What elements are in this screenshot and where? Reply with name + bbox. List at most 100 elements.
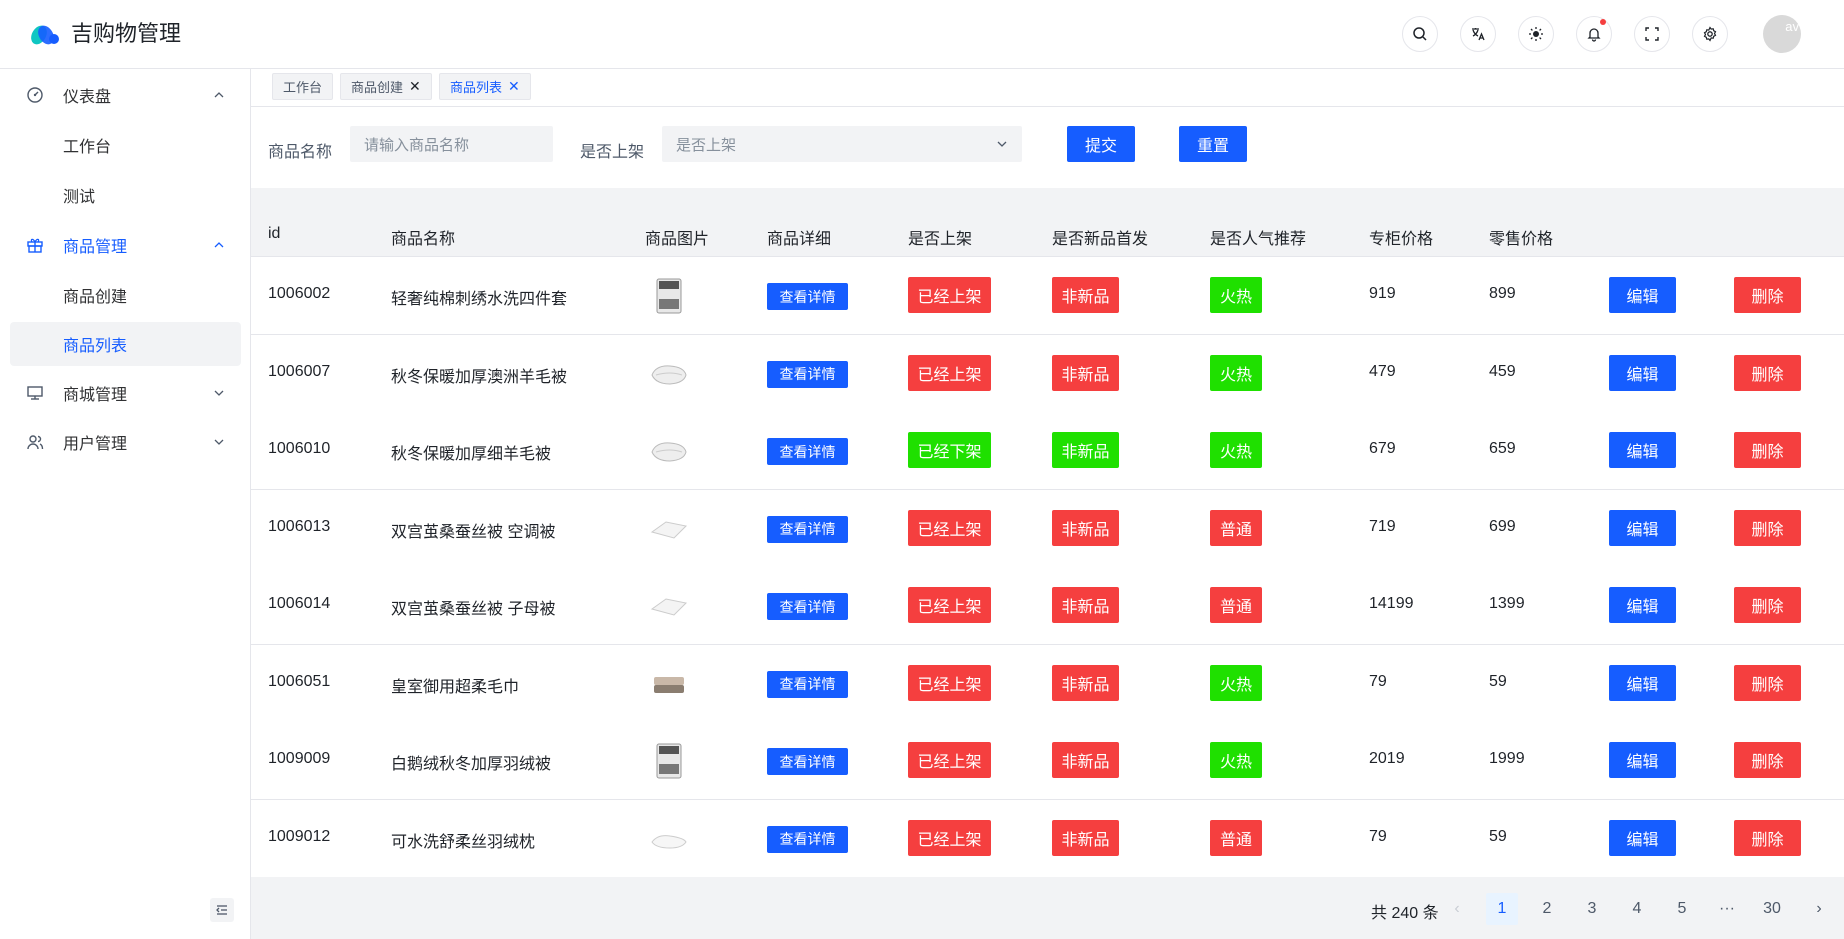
edit-button[interactable]: 编辑 xyxy=(1609,277,1676,313)
onsale-status-tag[interactable]: 已经下架 xyxy=(908,432,991,468)
sidebar-item-label: 商品创建 xyxy=(63,289,128,306)
cell-counter-price: 719 xyxy=(1369,517,1396,535)
edit-button[interactable]: 编辑 xyxy=(1609,664,1676,701)
delete-button[interactable]: 删除 xyxy=(1734,354,1801,391)
onsale-status-tag[interactable]: 已经上架 xyxy=(908,587,991,623)
view-detail-button[interactable]: 查看详情 xyxy=(767,283,848,310)
view-detail-button[interactable]: 查看详情 xyxy=(767,438,848,465)
language-button[interactable] xyxy=(1460,16,1496,52)
onsale-select[interactable]: 是否上架 xyxy=(662,126,1022,162)
hot-status-tag[interactable]: 火热 xyxy=(1210,277,1262,313)
view-detail-button[interactable]: 查看详情 xyxy=(767,825,848,853)
edit-button[interactable]: 编辑 xyxy=(1609,819,1676,856)
new-status-tag[interactable]: 非新品 xyxy=(1052,432,1119,468)
cell-retail-price: 59 xyxy=(1489,672,1507,690)
goods-name-input[interactable]: 请输入商品名称 xyxy=(350,126,553,162)
tab-goods-create[interactable]: 商品创建 ✕ xyxy=(340,73,432,100)
hot-status-tag[interactable]: 普通 xyxy=(1210,819,1262,856)
onsale-status-tag[interactable]: 已经上架 xyxy=(908,354,991,391)
pagination-ellipsis[interactable]: ··· xyxy=(1711,893,1743,925)
chevron-up-icon xyxy=(214,242,224,248)
goods-thumbnail xyxy=(651,834,687,849)
sidebar-item-dashboard[interactable]: 仪表盘 xyxy=(10,73,241,117)
edit-button[interactable]: 编辑 xyxy=(1609,587,1676,623)
sidebar-collapse-button[interactable] xyxy=(210,898,234,922)
theme-toggle-button[interactable] xyxy=(1518,16,1554,52)
hot-status-tag[interactable]: 火热 xyxy=(1210,354,1262,391)
hot-status-tag[interactable]: 火热 xyxy=(1210,432,1262,468)
tab-goods-list[interactable]: 商品列表 ✕ xyxy=(439,73,531,100)
pagination-page[interactable]: 5 xyxy=(1666,893,1698,925)
view-detail-button[interactable]: 查看详情 xyxy=(767,360,848,388)
cell-retail-price: 59 xyxy=(1489,827,1507,845)
close-icon[interactable]: ✕ xyxy=(409,78,421,95)
view-detail-button[interactable]: 查看详情 xyxy=(767,593,848,620)
pagination-page[interactable]: 2 xyxy=(1531,893,1563,925)
pagination-page[interactable]: 3 xyxy=(1576,893,1608,925)
delete-button[interactable]: 删除 xyxy=(1734,742,1801,778)
delete-button[interactable]: 删除 xyxy=(1734,587,1801,623)
menu-fold-icon xyxy=(216,905,227,915)
sidebar-item-goods-management[interactable]: 商品管理 xyxy=(10,223,241,267)
search-filter-form: 商品名称 请输入商品名称 是否上架 是否上架 提交 重置 xyxy=(251,106,1844,188)
goods-table: id 商品名称 商品图片 商品详细 是否上架 是否新品首发 是否人气推荐 专柜价… xyxy=(251,211,1844,878)
search-icon xyxy=(1413,27,1427,41)
hot-status-tag[interactable]: 火热 xyxy=(1210,742,1262,778)
view-detail-button[interactable]: 查看详情 xyxy=(767,515,848,543)
onsale-status-tag[interactable]: 已经上架 xyxy=(908,819,991,856)
dashboard-icon xyxy=(27,87,43,103)
pagination-prev-button[interactable]: ‹ xyxy=(1441,893,1473,925)
column-header: 商品图片 xyxy=(645,231,710,248)
sidebar-item-user-management[interactable]: 用户管理 xyxy=(10,420,241,464)
sidebar-item-goods-create[interactable]: 商品创建 xyxy=(10,273,241,317)
onsale-status-tag[interactable]: 已经上架 xyxy=(908,509,991,546)
new-status-tag[interactable]: 非新品 xyxy=(1052,664,1119,701)
hot-status-tag[interactable]: 普通 xyxy=(1210,587,1262,623)
cell-goods-name: 双宫茧桑蚕丝被 子母被 xyxy=(391,601,556,618)
pagination-page[interactable]: 30 xyxy=(1756,893,1788,925)
fullscreen-button[interactable] xyxy=(1634,16,1670,52)
view-detail-button[interactable]: 查看详情 xyxy=(767,748,848,775)
tab-workbench[interactable]: 工作台 xyxy=(272,73,334,100)
pagination-page[interactable]: 4 xyxy=(1621,893,1653,925)
search-button[interactable] xyxy=(1402,16,1438,52)
delete-button[interactable]: 删除 xyxy=(1734,819,1801,856)
delete-button[interactable]: 删除 xyxy=(1734,664,1801,701)
sidebar-item-mall-management[interactable]: 商城管理 xyxy=(10,371,241,415)
edit-button[interactable]: 编辑 xyxy=(1609,742,1676,778)
close-icon[interactable]: ✕ xyxy=(508,78,520,95)
reset-button[interactable]: 重置 xyxy=(1179,126,1247,162)
onsale-status-tag[interactable]: 已经上架 xyxy=(908,277,991,313)
table-row: 1009009 白鹅绒秋冬加厚羽绒被 查看详情 已经上架 非新品 火热 2019 1999 编辑… xyxy=(251,722,1844,800)
new-status-tag[interactable]: 非新品 xyxy=(1052,819,1119,856)
column-header: 是否人气推荐 xyxy=(1210,231,1307,248)
user-avatar[interactable]: av xyxy=(1763,15,1801,53)
hot-status-tag[interactable]: 普通 xyxy=(1210,509,1262,546)
notification-button[interactable] xyxy=(1576,16,1612,52)
new-status-tag[interactable]: 非新品 xyxy=(1052,277,1119,313)
onsale-status-tag[interactable]: 已经上架 xyxy=(908,664,991,701)
sidebar-item-workbench[interactable]: 工作台 xyxy=(10,123,241,167)
settings-button[interactable] xyxy=(1692,16,1728,52)
sidebar-item-label: 工作台 xyxy=(63,139,112,156)
onsale-status-tag[interactable]: 已经上架 xyxy=(908,742,991,778)
new-status-tag[interactable]: 非新品 xyxy=(1052,354,1119,391)
new-status-tag[interactable]: 非新品 xyxy=(1052,509,1119,546)
view-detail-button[interactable]: 查看详情 xyxy=(767,670,848,698)
hot-status-tag[interactable]: 火热 xyxy=(1210,664,1262,701)
delete-button[interactable]: 删除 xyxy=(1734,509,1801,546)
edit-button[interactable]: 编辑 xyxy=(1609,432,1676,468)
cell-id: 1006007 xyxy=(268,362,331,380)
submit-button[interactable]: 提交 xyxy=(1067,126,1135,162)
new-status-tag[interactable]: 非新品 xyxy=(1052,587,1119,623)
pagination-page[interactable]: 1 xyxy=(1486,893,1518,925)
sidebar-item-test[interactable]: 测试 xyxy=(10,173,241,217)
delete-button[interactable]: 删除 xyxy=(1734,277,1801,313)
chevron-down-icon xyxy=(997,141,1007,147)
sidebar-item-goods-list[interactable]: 商品列表 xyxy=(10,322,241,366)
edit-button[interactable]: 编辑 xyxy=(1609,509,1676,546)
pagination-next-button[interactable]: › xyxy=(1803,893,1835,925)
new-status-tag[interactable]: 非新品 xyxy=(1052,742,1119,778)
delete-button[interactable]: 删除 xyxy=(1734,432,1801,468)
edit-button[interactable]: 编辑 xyxy=(1609,354,1676,391)
